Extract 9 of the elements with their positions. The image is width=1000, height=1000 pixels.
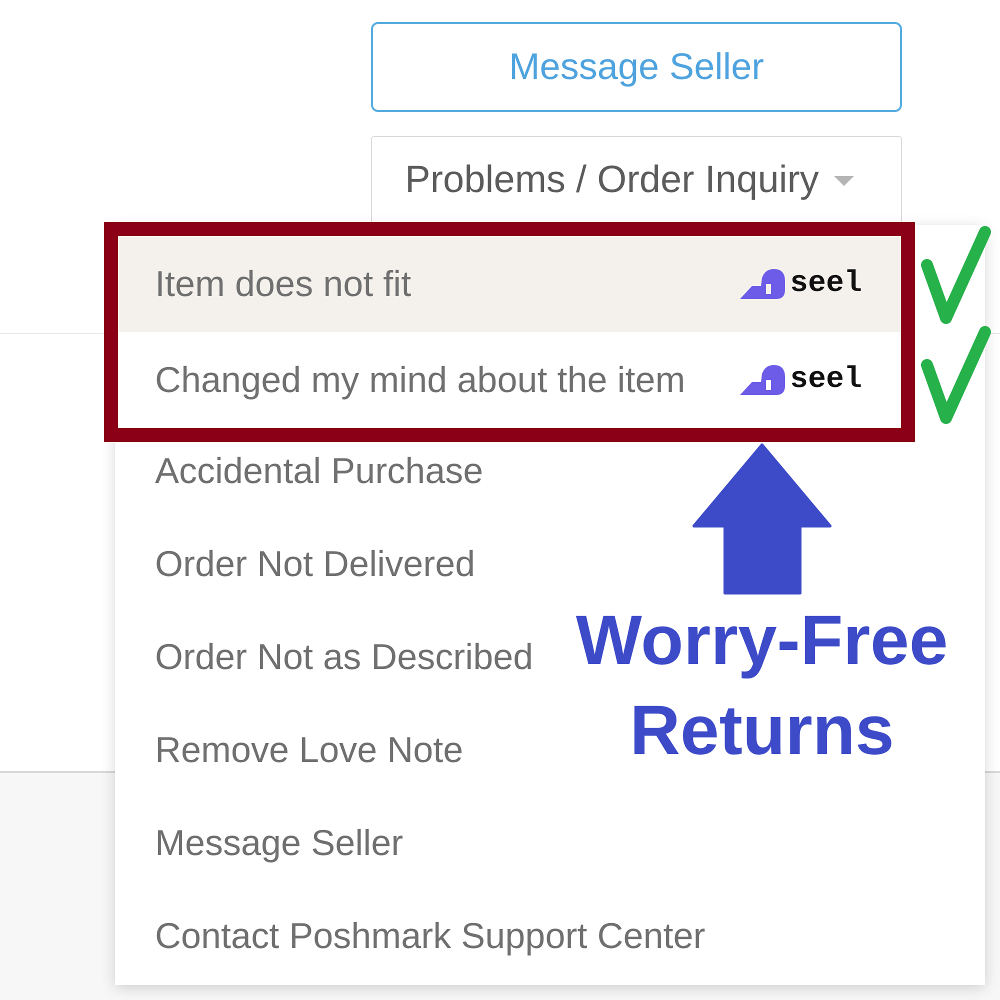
callout-text: Worry-Free Returns [574,600,950,771]
menu-item[interactable]: Item does not fit seel [118,236,901,332]
logo-icon [740,365,785,395]
logo-icon [740,269,785,299]
message-seller-button[interactable]: Message Seller [371,22,902,112]
brand-label: seel [790,267,862,301]
dropdown-button[interactable]: Problems / Order Inquiry [371,136,902,225]
caret-icon [834,176,854,186]
brand-label: seel [790,363,862,397]
